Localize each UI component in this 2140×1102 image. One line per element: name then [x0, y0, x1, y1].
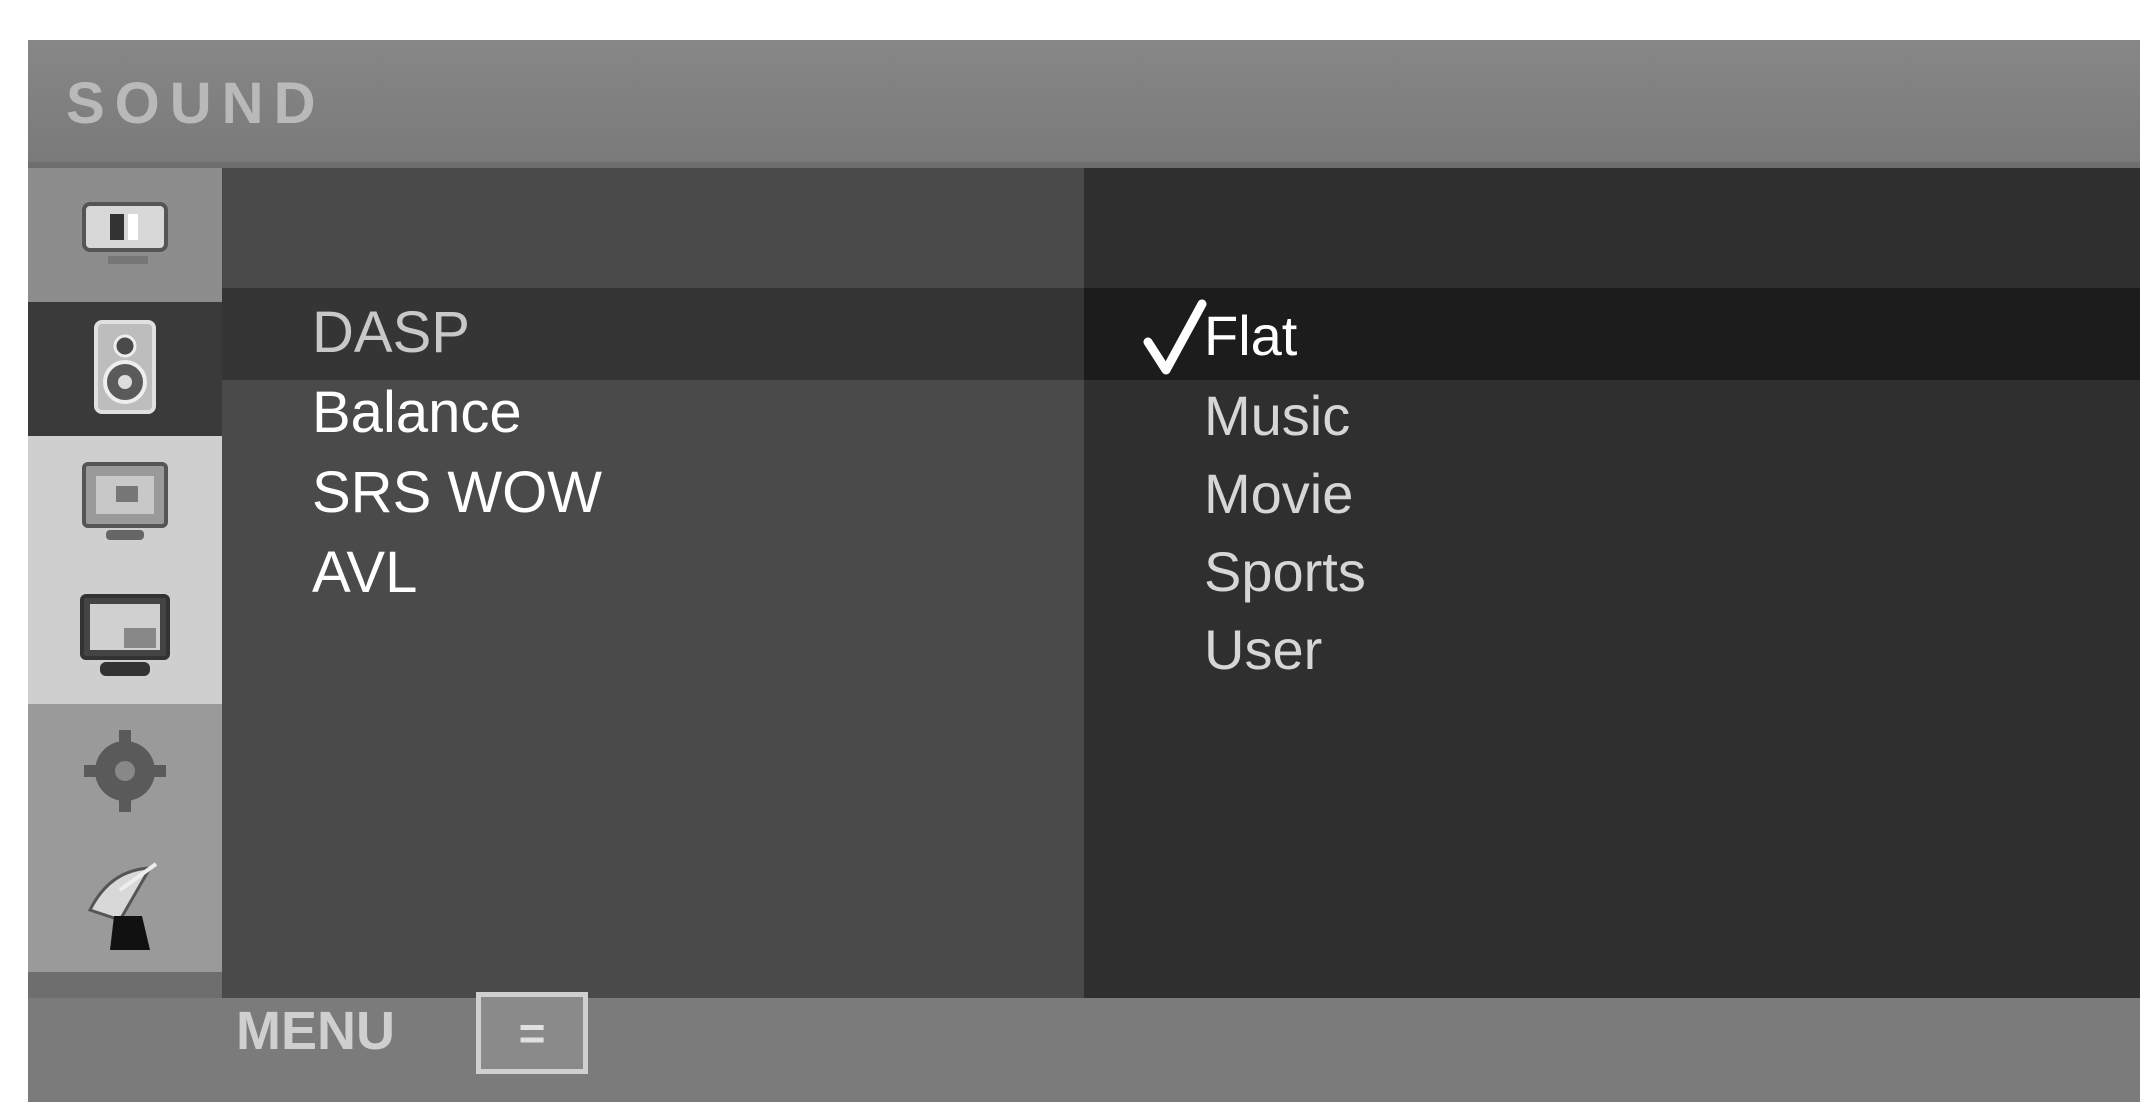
- menu-panel: DASP Balance SRS WOW AVL: [222, 168, 1084, 998]
- input-icon: [82, 202, 168, 264]
- sidebar-item-channel[interactable]: [28, 838, 222, 972]
- menu-item-avl[interactable]: AVL: [312, 544, 417, 602]
- satellite-dish-icon: [87, 862, 158, 950]
- option-user[interactable]: User: [1204, 622, 1322, 678]
- menu-item-srs-wow[interactable]: SRS WOW: [312, 464, 602, 522]
- menu-key-symbol: =: [518, 1007, 546, 1059]
- option-movie[interactable]: Movie: [1204, 466, 1353, 522]
- option-music[interactable]: Music: [1204, 388, 1350, 444]
- setup-gear-icon: [84, 730, 166, 812]
- option-sports[interactable]: Sports: [1204, 544, 1366, 600]
- menu-key-button[interactable]: =: [476, 992, 588, 1074]
- menu-item-balance[interactable]: Balance: [312, 384, 522, 442]
- picture-icon: [82, 462, 168, 540]
- window-title: SOUND: [66, 71, 326, 136]
- menu-item-dasp[interactable]: DASP: [312, 304, 470, 362]
- sidebar-item-setup[interactable]: [28, 704, 222, 838]
- sidebar-item-input[interactable]: [28, 168, 222, 302]
- sidebar-item-picture[interactable]: [28, 436, 222, 570]
- options-panel: Flat Music Movie Sports User: [1084, 168, 2140, 998]
- sidebar-item-screen[interactable]: [28, 570, 222, 704]
- checkmark-icon: [1143, 299, 1207, 375]
- speaker-icon: [94, 320, 156, 414]
- sound-menu-window: SOUND DASP Balance SRS WOW AVL Flat Musi…: [28, 40, 2140, 1102]
- sidebar-item-sound[interactable]: [28, 302, 222, 436]
- category-sidebar: [28, 168, 228, 998]
- option-flat[interactable]: Flat: [1204, 308, 1297, 364]
- screen-icon: [80, 594, 170, 676]
- menu-hint-label: MENU: [236, 1001, 395, 1061]
- title-bar: SOUND: [28, 40, 2140, 162]
